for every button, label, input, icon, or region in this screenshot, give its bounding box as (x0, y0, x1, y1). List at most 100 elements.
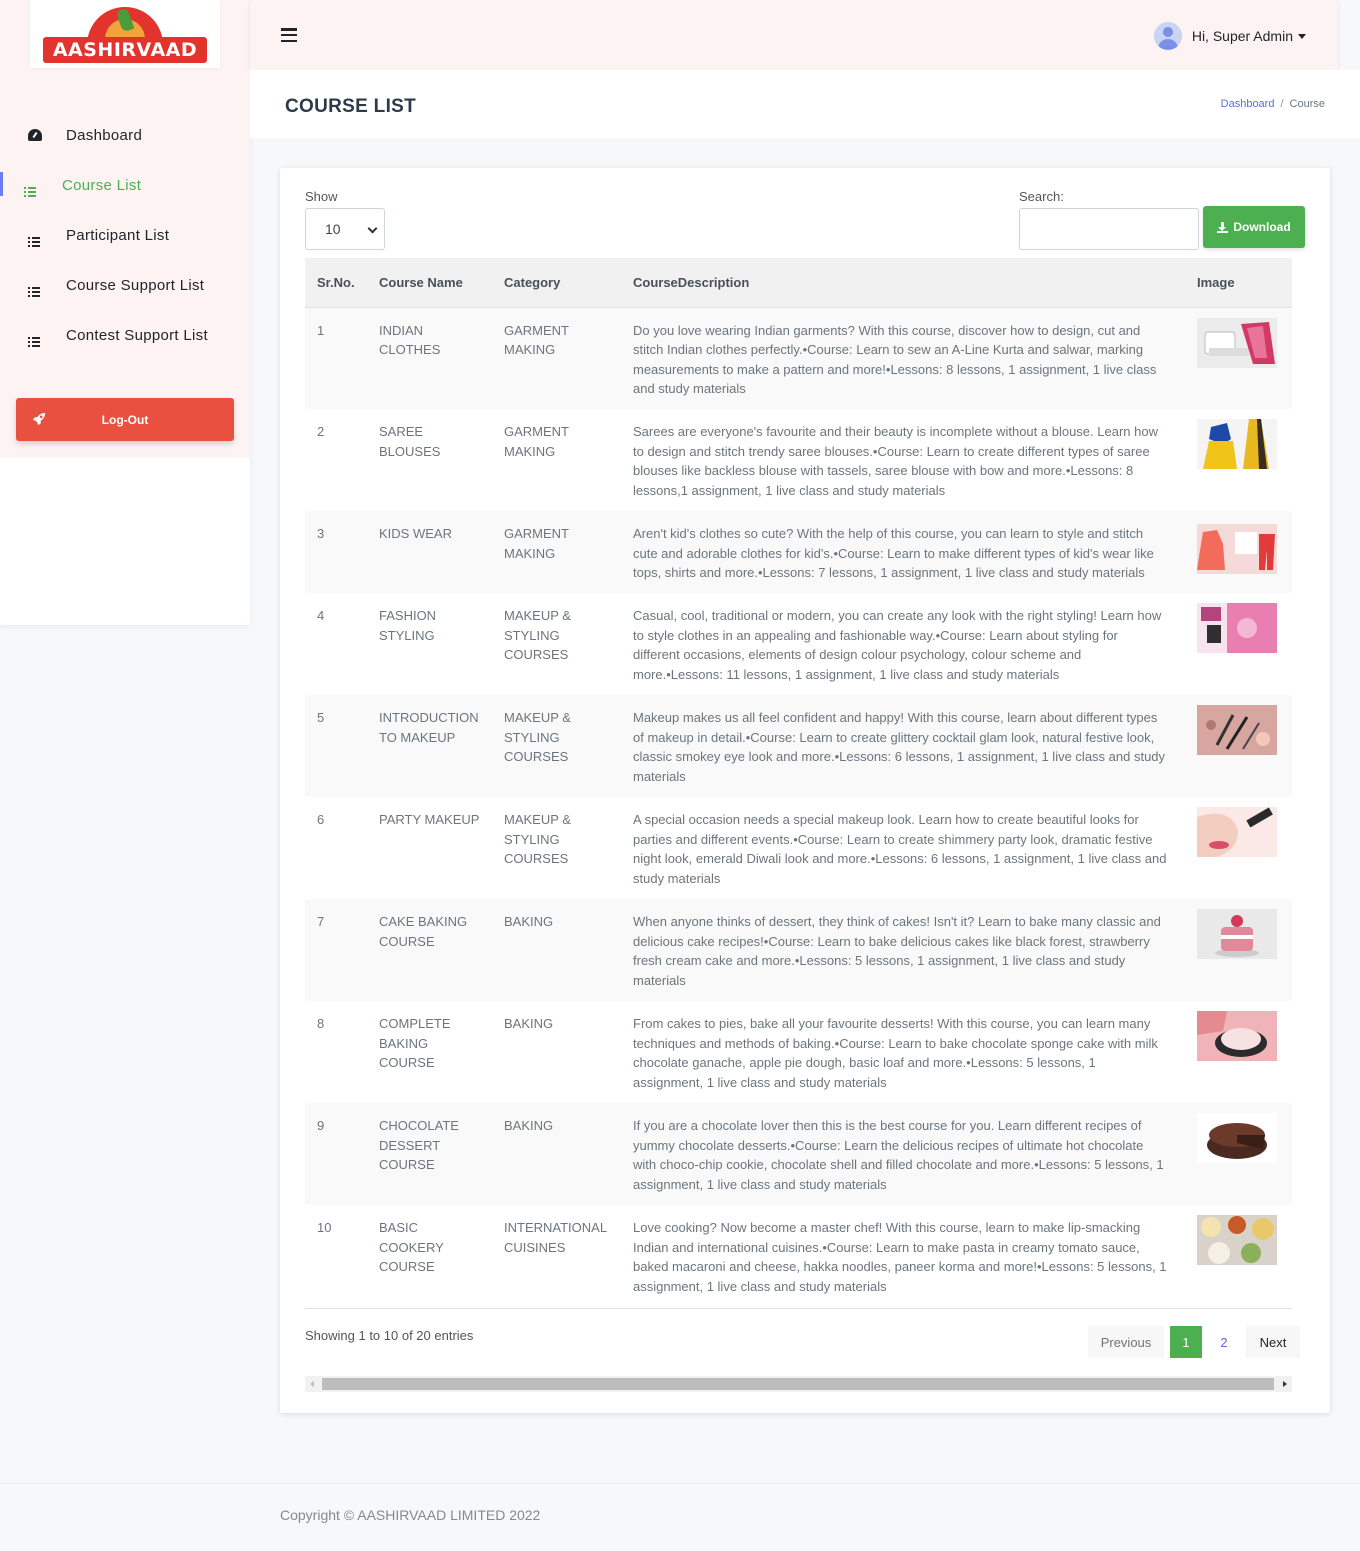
cell-sr-no: 4 (317, 608, 325, 623)
cell-category: BAKING (504, 1016, 554, 1031)
cell-course-name: COMPLETE BAKING COURSE (379, 1016, 451, 1071)
pagination-previous-button[interactable]: Previous (1088, 1326, 1164, 1358)
course-thumbnail-baking (1197, 1011, 1277, 1061)
cell-course-name: PARTY MAKEUP (379, 812, 480, 827)
cell-category: MAKEUP & STYLING COURSES (504, 812, 571, 867)
column-header-image[interactable]: Image (1185, 258, 1292, 308)
cell-image (1185, 1205, 1292, 1307)
breadcrumb-home-link[interactable]: Dashboard (1221, 98, 1275, 110)
sidebar-item-course-list[interactable]: Course List (0, 160, 250, 210)
cell-description: Do you love wearing Indian garments? Wit… (633, 322, 1157, 397)
cell-image (1185, 1103, 1292, 1205)
cell-course-name: BASIC COOKERY COURSE (379, 1220, 444, 1275)
column-header-sr-no[interactable]: Sr.No. (305, 258, 367, 308)
table-row: 2 SAREE BLOUSES GARMENT MAKING Sarees ar… (305, 409, 1292, 511)
column-header-description[interactable]: CourseDescription (621, 258, 1185, 308)
sidebar-item-participant-list[interactable]: Participant List (0, 210, 250, 260)
user-menu[interactable]: Hi, Super Admin (1153, 22, 1306, 50)
column-header-category[interactable]: Category (492, 258, 621, 308)
cell-sr-no: 1 (317, 322, 325, 338)
horizontal-scrollbar[interactable] (305, 1376, 1292, 1392)
cell-image (1185, 593, 1292, 695)
list-icon (28, 229, 42, 247)
cell-sr-no: 8 (317, 1016, 325, 1031)
cell-description: If you are a chocolate lover then this i… (633, 1118, 1164, 1192)
download-icon (1217, 221, 1229, 233)
cell-description: Makeup makes us all feel confident and h… (633, 710, 1166, 784)
avatar (1153, 22, 1182, 50)
entries-per-page-select[interactable]: 10 (305, 208, 385, 250)
scroll-left-arrow-icon[interactable] (310, 1381, 314, 1387)
show-entries-label: Show (305, 189, 338, 204)
table-row: 6 PARTY MAKEUP MAKEUP & STYLING COURSES … (305, 797, 1292, 899)
course-thumbnail-kids-wear (1197, 524, 1277, 574)
table-row: 9 CHOCOLATE DESSERT COURSE BAKING If you… (305, 1103, 1292, 1205)
cell-category: MAKEUP & STYLING COURSES (504, 608, 571, 663)
table-footer-divider (305, 1308, 1292, 1309)
page-header: COURSE LIST Dashboard / Course (250, 70, 1360, 138)
cell-sr-no: 2 (317, 424, 325, 439)
page-title: COURSE LIST (285, 96, 417, 117)
table-row: 8 COMPLETE BAKING COURSE BAKING From cak… (305, 1001, 1292, 1103)
course-thumbnail-fashion (1197, 603, 1277, 653)
pagination-page-1[interactable]: 1 (1170, 1326, 1202, 1358)
table-row: 1 INDIAN CLOTHES GARMENT MAKING Do you l… (305, 307, 1292, 409)
course-thumbnail-chocolate (1197, 1113, 1277, 1163)
sidebar-item-label: Contest Support List (66, 326, 208, 344)
cell-course-name: INTRODUCTION TO MAKEUP (379, 710, 479, 745)
course-thumbnail-cake (1197, 909, 1277, 959)
dashboard-icon (28, 129, 42, 141)
course-thumbnail-makeup (1197, 705, 1277, 755)
course-table-card: Show 10 Search: Download Sr.No. Course N… (280, 168, 1330, 1413)
course-thumbnail-cookery (1197, 1215, 1277, 1265)
sidebar-item-dashboard[interactable]: Dashboard (0, 110, 250, 160)
search-label: Search: (1019, 189, 1064, 204)
column-header-course-name[interactable]: Course Name (367, 258, 492, 308)
cell-sr-no: 3 (317, 526, 325, 541)
sidebar-item-contest-support-list[interactable]: Contest Support List (0, 310, 250, 360)
cell-sr-no: 6 (317, 812, 325, 827)
table-row: 4 FASHION STYLING MAKEUP & STYLING COURS… (305, 593, 1292, 695)
sidebar-item-label: Course List (62, 176, 142, 194)
scrollbar-thumb[interactable] (322, 1378, 1274, 1390)
cell-category: GARMENT MAKING (504, 322, 569, 358)
cell-image (1185, 797, 1292, 899)
pagination-next-button[interactable]: Next (1246, 1326, 1300, 1358)
logout-button[interactable]: Log-Out (16, 398, 234, 441)
sidebar-item-course-support-list[interactable]: Course Support List (0, 260, 250, 310)
cell-category: MAKEUP & STYLING COURSES (504, 710, 571, 765)
cell-course-name: FASHION STYLING (379, 608, 437, 643)
cell-sr-no: 10 (317, 1220, 332, 1235)
search-input[interactable] (1019, 208, 1199, 250)
course-table: Sr.No. Course Name Category CourseDescri… (305, 258, 1292, 1307)
table-header-row: Sr.No. Course Name Category CourseDescri… (305, 258, 1292, 308)
cell-course-name: SAREE BLOUSES (379, 424, 441, 459)
list-icon (28, 279, 42, 297)
cell-description: A special occasion needs a special makeu… (633, 812, 1167, 886)
page-footer: Copyright © AASHIRVAAD LIMITED 2022 (0, 1483, 1360, 1551)
course-thumbnail-sewing (1197, 317, 1277, 368)
download-label: Download (1233, 220, 1291, 234)
cell-category: GARMENT MAKING (504, 424, 569, 459)
logo-text: AASHIRVAAD (43, 37, 207, 63)
cell-image (1185, 511, 1292, 593)
cell-course-name: INDIAN CLOTHES (379, 322, 441, 358)
pagination-page-2[interactable]: 2 (1208, 1326, 1240, 1358)
cell-category: BAKING (504, 1118, 554, 1133)
cell-image (1185, 307, 1292, 409)
cell-description: From cakes to pies, bake all your favour… (633, 1016, 1158, 1090)
download-button[interactable]: Download (1203, 206, 1305, 248)
cell-image (1185, 899, 1292, 1001)
breadcrumb-current: Course (1289, 98, 1325, 110)
course-thumbnail-blouse (1197, 419, 1277, 469)
cell-category: BAKING (504, 914, 554, 929)
scroll-right-arrow-icon[interactable] (1283, 1381, 1287, 1387)
menu-toggle-icon[interactable] (281, 28, 297, 42)
table-row: 3 KIDS WEAR GARMENT MAKING Aren't kid's … (305, 511, 1292, 593)
cell-image (1185, 695, 1292, 797)
cell-category: INTERNATIONAL CUISINES (504, 1220, 607, 1255)
brand-logo[interactable]: AASHIRVAAD (30, 0, 220, 68)
sidebar-nav: Dashboard Course List Participant List C… (0, 110, 250, 360)
course-thumbnail-party-makeup (1197, 807, 1277, 857)
cell-sr-no: 7 (317, 914, 325, 929)
